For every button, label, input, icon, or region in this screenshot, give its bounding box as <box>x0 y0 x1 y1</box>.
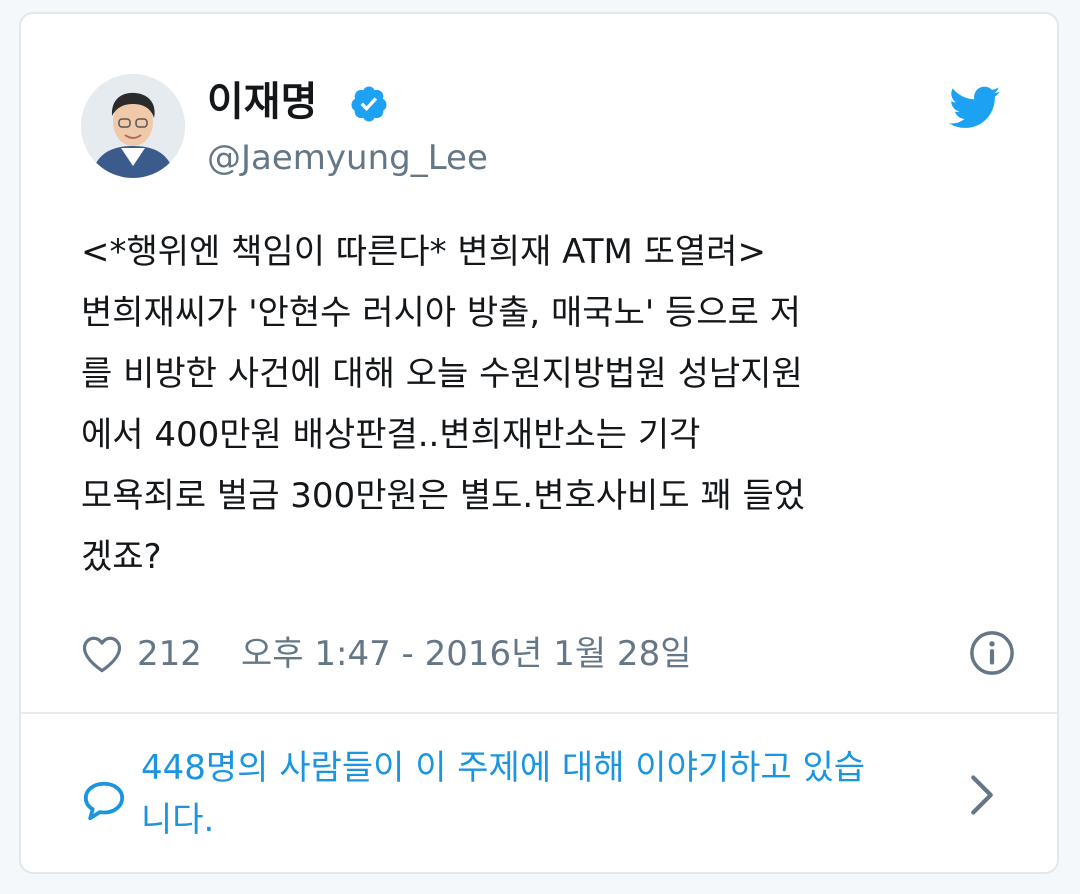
info-icon[interactable] <box>969 630 1015 676</box>
tweet-timestamp[interactable]: 오후 1:47 - 2016년 1월 28일 <box>241 632 691 676</box>
author-display-name[interactable]: 이재명 <box>207 76 317 128</box>
speech-bubble-icon <box>83 781 125 821</box>
conversation-text[interactable]: 448명의 사람들이 이 주제에 대해 이야기하고 있습 니다. <box>141 742 941 846</box>
conversation-link[interactable]: 448명의 사람들이 이 주제에 대해 이야기하고 있습 니다. <box>21 714 1057 874</box>
avatar[interactable] <box>81 74 185 178</box>
twitter-bird-icon[interactable] <box>949 86 1001 130</box>
tweet-card: 이재명 @Jaemyung_Lee <*행위엔 책임이 따른다* 변희재 ATM… <box>19 12 1059 874</box>
tweet-text: <*행위엔 책임이 따른다* 변희재 ATM 또열려> 변희재씨가 '안현수 러… <box>81 232 806 577</box>
tweet-meta-row: 212 오후 1:47 - 2016년 1월 28일 <box>81 626 1014 682</box>
author-handle[interactable]: @Jaemyung_Lee <box>207 136 488 180</box>
chevron-right-icon[interactable] <box>969 774 995 816</box>
avatar-image <box>81 74 185 178</box>
like-count[interactable]: 212 <box>137 632 202 676</box>
heart-icon[interactable] <box>81 634 123 674</box>
verified-badge-icon <box>351 86 387 122</box>
